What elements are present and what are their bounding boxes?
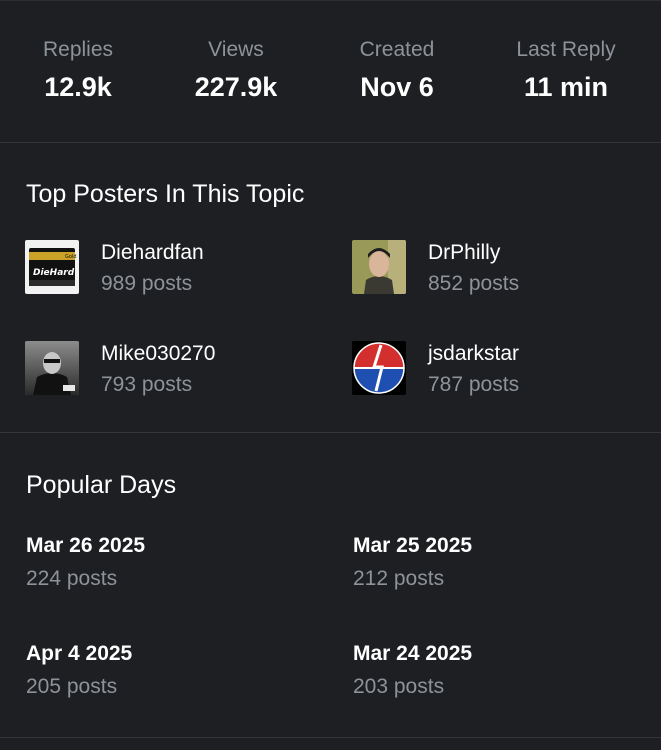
stat-value: 12.9k — [44, 72, 112, 102]
avatar-badge-text: Gold — [65, 254, 77, 260]
poster-jsdarkstar[interactable]: jsdarkstar 787 posts — [352, 341, 652, 397]
stat-value: Nov 6 — [360, 72, 434, 102]
popular-day-date[interactable]: Apr 4 2025 — [26, 641, 326, 667]
popular-day-date[interactable]: Mar 26 2025 — [26, 533, 326, 559]
stat-value: 11 min — [523, 72, 609, 102]
poster-name[interactable]: jsdarkstar — [428, 341, 519, 367]
popular-day-post-count: 203 posts — [353, 675, 445, 698]
topic-stats: Replies 12.9k Views 227.9k Created Nov 6… — [0, 0, 661, 142]
popular-day-post-count: 212 posts — [353, 567, 445, 590]
popular-days-title: Popular Days — [26, 471, 177, 499]
popular-day-item[interactable]: Apr 4 2025 205 posts — [26, 641, 326, 700]
poster-mike030270[interactable]: Mike030270 793 posts — [25, 341, 325, 397]
avatar[interactable] — [352, 341, 406, 395]
avatar[interactable] — [25, 341, 79, 395]
poster-name[interactable]: Diehardfan — [101, 240, 204, 266]
avatar[interactable] — [352, 240, 406, 294]
stat-created: Created Nov 6 — [317, 36, 477, 104]
poster-post-count: 989 posts — [101, 272, 193, 295]
popular-day-post-count: 205 posts — [26, 675, 118, 698]
stat-value: 227.9k — [194, 72, 278, 102]
stat-label: Views — [208, 38, 264, 61]
poster-diehardfan[interactable]: Gold DieHard Diehardfan 989 posts — [25, 240, 325, 296]
stat-views: Views 227.9k — [156, 36, 316, 104]
popular-day-post-count: 224 posts — [26, 567, 118, 590]
poster-post-count: 793 posts — [101, 373, 193, 396]
poster-name[interactable]: DrPhilly — [428, 240, 500, 266]
poster-post-count: 852 posts — [428, 272, 520, 295]
divider — [0, 737, 661, 738]
popular-day-item[interactable]: Mar 25 2025 212 posts — [353, 533, 653, 592]
stat-label: Replies — [42, 38, 114, 61]
popular-day-date[interactable]: Mar 25 2025 — [353, 533, 653, 559]
divider — [0, 432, 661, 433]
poster-drphilly[interactable]: DrPhilly 852 posts — [352, 240, 652, 296]
popular-day-item[interactable]: Mar 26 2025 224 posts — [26, 533, 326, 592]
stat-label: Created — [359, 38, 435, 61]
stat-label: Last Reply — [516, 38, 616, 61]
stat-replies: Replies 12.9k — [0, 36, 158, 104]
poster-name[interactable]: Mike030270 — [101, 341, 215, 367]
stat-last-reply: Last Reply 11 min — [486, 36, 646, 104]
avatar[interactable]: Gold DieHard — [25, 240, 79, 294]
poster-post-count: 787 posts — [428, 373, 520, 396]
top-posters-title: Top Posters In This Topic — [26, 180, 305, 208]
avatar-brand-text: DieHard — [33, 268, 75, 278]
divider — [0, 142, 661, 143]
popular-day-item[interactable]: Mar 24 2025 203 posts — [353, 641, 653, 700]
popular-day-date[interactable]: Mar 24 2025 — [353, 641, 653, 667]
